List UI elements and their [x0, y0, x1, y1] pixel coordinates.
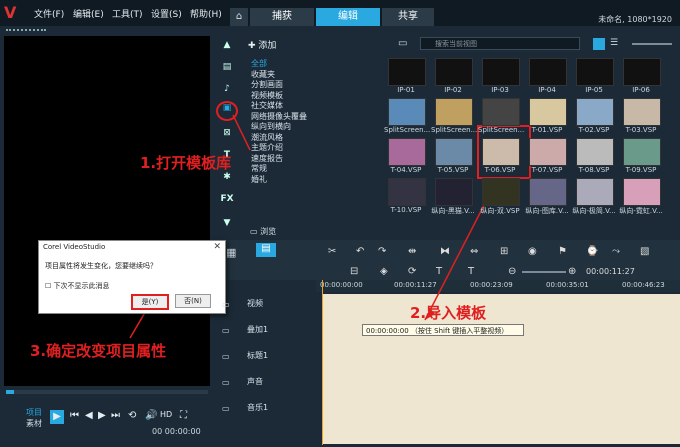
checkbox-label: 下次不显示此消息	[53, 282, 110, 290]
template-label: IP-02	[444, 86, 462, 94]
track-label: 标题1	[247, 351, 269, 360]
template-label: T-10.VSP	[390, 206, 422, 214]
template-thumbnail[interactable]	[529, 138, 567, 166]
template-label: SplitScreen...	[431, 126, 478, 134]
track-type-icon: ▭	[222, 378, 230, 387]
template-thumbnail[interactable]	[435, 178, 473, 206]
track-label: 视频	[247, 299, 263, 308]
track-type-icon: ▭	[222, 300, 230, 309]
folder-item[interactable]: 潮流风格	[251, 132, 283, 143]
folder-item[interactable]: 收藏夹	[251, 69, 275, 80]
template-thumbnail[interactable]	[388, 58, 426, 86]
track-label: 叠加1	[247, 325, 269, 334]
template-thumbnail[interactable]	[576, 138, 614, 166]
template-thumbnail[interactable]	[576, 178, 614, 206]
folder-item[interactable]: 纵向到横向	[251, 121, 291, 132]
template-thumbnail[interactable]	[388, 98, 426, 126]
template-label: SplitScreen...	[384, 126, 431, 134]
template-label: T-01.VSP	[531, 126, 563, 134]
template-thumbnail[interactable]	[623, 178, 661, 206]
track-type-icon: ▭	[222, 326, 230, 335]
template-thumbnail[interactable]	[529, 98, 567, 126]
folder-item[interactable]: 社交媒体	[251, 100, 283, 111]
template-thumbnail[interactable]	[482, 98, 520, 126]
track-type-icon: ▭	[222, 404, 230, 413]
template-label: IP-01	[397, 86, 415, 94]
template-thumbnail[interactable]	[388, 178, 426, 206]
folder-item[interactable]: 网络摄像头覆叠	[251, 111, 307, 122]
template-thumbnail[interactable]	[623, 138, 661, 166]
track-type-icon: ▭	[222, 352, 230, 361]
template-label: T-08.VSP	[578, 166, 610, 174]
template-thumbnail[interactable]	[435, 138, 473, 166]
template-label: SplitScreen...	[478, 126, 525, 134]
template-thumbnail[interactable]	[623, 58, 661, 86]
template-label: T-05.VSP	[437, 166, 469, 174]
template-label: T-07.VSP	[531, 166, 563, 174]
folder-item[interactable]: 速度报告	[251, 153, 283, 164]
dialog-title: Corel VideoStudio	[43, 243, 106, 251]
template-thumbnail[interactable]	[482, 138, 520, 166]
folder-item[interactable]: 婚礼	[251, 174, 267, 185]
yes-button[interactable]: 是(Y)	[131, 294, 169, 310]
dont-show-checkbox[interactable]: ☐ 下次不显示此消息	[45, 281, 110, 291]
template-label: 纵向-图库.V...	[525, 207, 569, 215]
template-label: T-02.VSP	[578, 126, 610, 134]
dialog-message: 项目属性将发生变化，您要继续吗？	[45, 262, 157, 270]
template-label: 纵向-双.VSP	[480, 207, 520, 215]
close-icon[interactable]: ✕	[213, 242, 221, 252]
template-label: T-06.VSP	[484, 166, 516, 174]
template-label: T-09.VSP	[625, 166, 657, 174]
template-label: IP-04	[538, 86, 556, 94]
folder-item[interactable]: 视频模板	[251, 90, 283, 101]
template-thumbnail[interactable]	[529, 178, 567, 206]
template-thumbnail[interactable]	[435, 58, 473, 86]
no-button[interactable]: 否(N)	[175, 294, 211, 308]
template-thumbnail[interactable]	[482, 178, 520, 206]
template-label: IP-05	[585, 86, 603, 94]
folder-item[interactable]: 分割画面	[251, 79, 283, 90]
folder-item[interactable]: 主题介绍	[251, 142, 283, 153]
template-label: IP-06	[632, 86, 650, 94]
template-label: T-03.VSP	[625, 126, 657, 134]
template-thumbnail[interactable]	[576, 98, 614, 126]
template-thumbnail[interactable]	[388, 138, 426, 166]
template-thumbnail[interactable]	[435, 98, 473, 126]
confirm-dialog: Corel VideoStudio ✕ 项目属性将发生变化，您要继续吗？ ☐ 下…	[38, 240, 226, 314]
track-label: 声音	[247, 377, 263, 386]
track-label: 音乐1	[247, 403, 269, 412]
folder-item[interactable]: 全部	[251, 58, 267, 69]
template-thumbnail[interactable]	[623, 98, 661, 126]
template-label: IP-03	[491, 86, 509, 94]
template-label: 纵向-极简.V...	[572, 207, 616, 215]
template-thumbnail[interactable]	[576, 58, 614, 86]
template-label: 纵向-黑猫.V...	[431, 207, 475, 215]
template-label: 纵向-霓虹.V...	[619, 207, 663, 215]
template-label: T-04.VSP	[390, 166, 422, 174]
folder-item[interactable]: 常规	[251, 163, 267, 174]
template-thumbnail[interactable]	[529, 58, 567, 86]
template-thumbnail[interactable]	[482, 58, 520, 86]
